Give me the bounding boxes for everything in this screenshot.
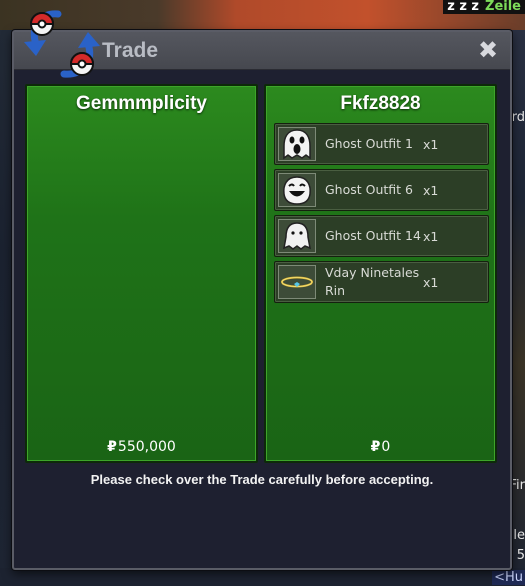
background-text: 5 — [516, 548, 525, 563]
my-offer-panel: Gemmmplicity ₽550,000 — [25, 84, 258, 463]
item-quantity: x1 — [423, 228, 439, 244]
pokedollar-icon: ₽ — [107, 439, 117, 455]
item-name: Ghost Outfit 6 — [325, 182, 414, 197]
trade-icon — [24, 10, 100, 78]
item-quantity: x1 — [423, 136, 439, 152]
my-money-amount[interactable]: ₽550,000 — [27, 439, 256, 455]
sleep-icon: z z z — [447, 0, 480, 14]
ghost-screaming-icon — [278, 127, 316, 161]
my-money-value: 550,000 — [117, 439, 176, 455]
trade-item-slot[interactable]: Ghost Outfit 14 x1 — [274, 215, 489, 257]
item-name: Ghost Outfit 1 — [325, 136, 414, 151]
partner-money-value: 0 — [381, 439, 391, 455]
trade-window: Trade ✖ Gemmmplicity ₽550,000 Fkfz8828 G… — [12, 10, 512, 570]
close-button[interactable]: ✖ — [476, 36, 500, 64]
window-title: Trade — [102, 39, 159, 62]
background-text: le — [513, 528, 525, 543]
item-name: Ghost Outfit 14 — [325, 228, 421, 243]
partner-money-amount: ₽0 — [266, 439, 495, 455]
pokedollar-icon: ₽ — [370, 439, 381, 455]
background-scene-bottom — [0, 568, 525, 586]
partner-item-list: Ghost Outfit 1 x1 Ghost Outfit 6 x1 Ghos… — [274, 123, 489, 307]
partner-offer-panel: Fkfz8828 Ghost Outfit 1 x1 Ghost Outfit … — [264, 84, 497, 463]
player-tag: z z z Zeile — [443, 0, 525, 14]
partner-player-name: Fkfz8828 — [340, 93, 421, 114]
background-text: <Hu — [492, 570, 525, 585]
trade-item-slot[interactable]: Vday Ninetales Rin x1 — [274, 261, 489, 303]
player-tag-text: Zeile — [485, 0, 521, 14]
my-player-name: Gemmmplicity — [76, 93, 207, 114]
item-quantity: x1 — [423, 182, 439, 198]
halo-ring-icon — [278, 265, 316, 299]
item-name: Vday Ninetales Rin — [325, 265, 420, 298]
trade-item-slot[interactable]: Ghost Outfit 6 x1 — [274, 169, 489, 211]
ghost-sheet-icon — [278, 219, 316, 253]
trade-item-slot[interactable]: Ghost Outfit 1 x1 — [274, 123, 489, 165]
ghost-laughing-icon — [278, 173, 316, 207]
item-quantity: x1 — [423, 274, 439, 290]
trade-warning-text: Please check over the Trade carefully be… — [90, 472, 434, 487]
